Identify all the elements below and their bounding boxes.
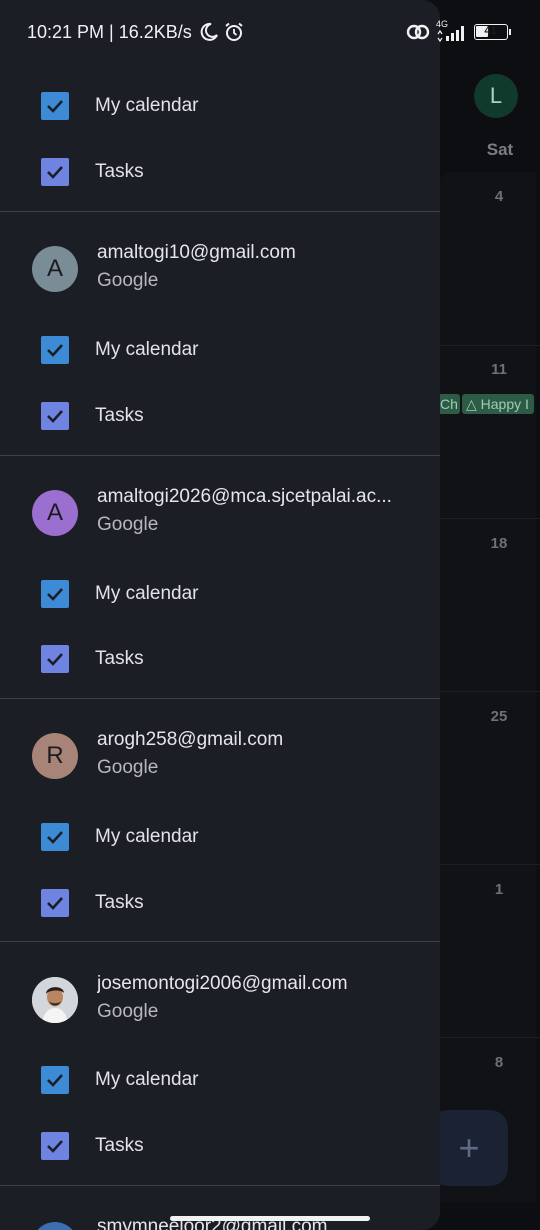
account-avatar[interactable]: L xyxy=(474,74,518,118)
checkbox-checked-icon[interactable] xyxy=(41,402,69,430)
calendar-label: My calendar xyxy=(95,583,199,604)
checkbox-checked-icon[interactable] xyxy=(41,823,69,851)
alarm-icon xyxy=(225,22,243,41)
account-provider: Google xyxy=(97,514,159,535)
calendar-toggle-row[interactable]: My calendar xyxy=(0,565,440,623)
calendar-toggle-row[interactable]: My calendar xyxy=(0,1051,440,1109)
tasks-label: Tasks xyxy=(95,161,144,182)
account-provider: Google xyxy=(97,757,159,778)
tasks-label: Tasks xyxy=(95,648,144,669)
saturday-column xyxy=(440,172,536,1202)
avatar: R xyxy=(32,733,78,779)
signal-icon: 4G xyxy=(436,19,468,43)
tasks-toggle-row[interactable]: Tasks xyxy=(0,143,440,201)
divider xyxy=(0,1185,440,1186)
calendar-toggle-row[interactable]: My calendar xyxy=(0,77,440,135)
account-email: amaltogi10@gmail.com xyxy=(97,242,296,263)
avatar: A xyxy=(32,246,78,292)
account-provider: Google xyxy=(97,1001,159,1022)
checkbox-checked-icon[interactable] xyxy=(41,580,69,608)
account-email: arogh258@gmail.com xyxy=(97,729,284,750)
week-divider xyxy=(440,1037,540,1038)
tasks-toggle-row[interactable]: Tasks xyxy=(0,387,440,445)
tasks-label: Tasks xyxy=(95,892,144,913)
tasks-toggle-row[interactable]: Tasks xyxy=(0,630,440,688)
date-cell[interactable]: 8 xyxy=(470,1054,528,1071)
account-header: A amaltogi10@gmail.com Google xyxy=(0,242,440,302)
calendar-label: My calendar xyxy=(95,339,199,360)
divider xyxy=(0,698,440,699)
tasks-toggle-row[interactable]: Tasks xyxy=(0,1117,440,1175)
profile-photo-icon xyxy=(32,977,78,1023)
weekday-header-sat: Sat xyxy=(486,140,514,159)
calendar-toggle-row[interactable]: My calendar xyxy=(0,808,440,866)
tasks-label: Tasks xyxy=(95,405,144,426)
account-header: josemontogi2006@gmail.com Google xyxy=(0,973,440,1033)
navigation-drawer: My calendar Tasks A amaltogi10@gmail.com… xyxy=(0,0,440,1230)
checkbox-checked-icon[interactable] xyxy=(41,336,69,364)
week-divider xyxy=(440,518,540,519)
date-cell[interactable]: 18 xyxy=(470,535,528,552)
calendar-label: My calendar xyxy=(95,1069,199,1090)
checkbox-checked-icon[interactable] xyxy=(41,1066,69,1094)
moon-icon xyxy=(200,22,218,41)
tasks-label: Tasks xyxy=(95,1135,144,1156)
home-indicator[interactable] xyxy=(170,1216,370,1221)
week-divider xyxy=(440,864,540,865)
account-header: R arogh258@gmail.com Google xyxy=(0,729,440,789)
status-icons: 4G 41 xyxy=(406,19,511,44)
account-header: A amaltogi2026@mca.sjcetpalai.ac... Goog… xyxy=(0,486,440,546)
plus-icon: + xyxy=(458,1127,480,1168)
checkbox-checked-icon[interactable] xyxy=(41,92,69,120)
checkbox-checked-icon[interactable] xyxy=(41,889,69,917)
date-cell[interactable]: 11 xyxy=(470,361,528,378)
calendar-label: My calendar xyxy=(95,826,199,847)
status-bar: 10:21 PM | 16.2KB/s 4G 41 xyxy=(0,0,540,62)
calendar-label: My calendar xyxy=(95,95,199,116)
divider xyxy=(0,941,440,942)
status-time-speed: 10:21 PM | 16.2KB/s xyxy=(27,22,192,42)
week-divider xyxy=(440,345,540,346)
checkbox-checked-icon[interactable] xyxy=(41,1132,69,1160)
tasks-toggle-row[interactable]: Tasks xyxy=(0,874,440,932)
calendar-toggle-row[interactable]: My calendar xyxy=(0,321,440,379)
create-event-button[interactable]: + xyxy=(430,1110,508,1186)
avatar xyxy=(32,977,78,1023)
avatar xyxy=(32,1222,78,1230)
account-email: josemontogi2006@gmail.com xyxy=(97,973,348,994)
week-divider xyxy=(440,691,540,692)
avatar: A xyxy=(32,490,78,536)
divider xyxy=(0,211,440,212)
event-chip[interactable]: △ Happy I xyxy=(462,394,534,414)
checkbox-checked-icon[interactable] xyxy=(41,158,69,186)
date-cell[interactable]: 1 xyxy=(470,881,528,898)
account-provider: Google xyxy=(97,270,159,291)
date-cell[interactable]: 4 xyxy=(470,188,528,205)
account-email: amaltogi2026@mca.sjcetpalai.ac... xyxy=(97,486,392,507)
link-icon xyxy=(406,24,430,40)
checkbox-checked-icon[interactable] xyxy=(41,645,69,673)
date-cell[interactable]: 25 xyxy=(470,708,528,725)
battery-icon: 41 xyxy=(474,24,511,40)
divider xyxy=(0,455,440,456)
